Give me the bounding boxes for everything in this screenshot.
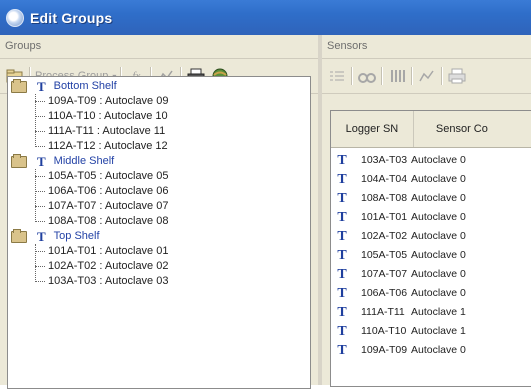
binoculars-icon[interactable] [357,66,377,86]
logger-sn-cell: 109A-T09 [361,344,408,356]
logger-sn-cell: 111A-T11 [361,306,405,318]
logger-sn-cell: 110A-T10 [361,325,407,337]
type-t-icon: T [337,324,347,339]
group-label: Middle Shelf [53,155,115,167]
folder-icon [11,78,27,93]
sensors-toolbar [322,59,531,94]
print-icon[interactable] [447,66,467,86]
table-row[interactable]: T 101A-T01 Autoclave 0 [331,208,531,227]
sensor-co-cell: Autoclave 0 [411,192,466,204]
table-row[interactable]: T 105A-T05 Autoclave 0 [331,246,531,265]
logger-sn-cell: 108A-T08 [361,192,408,204]
tree-item[interactable]: 105A-T05 : Autoclave 05 [8,169,310,184]
type-t-icon: T [337,305,347,320]
logger-sn-cell: 107A-T07 [361,268,408,280]
type-t-icon: T [37,154,46,169]
folder-icon [11,153,27,168]
table-row[interactable]: T 106A-T06 Autoclave 0 [331,284,531,303]
table-row[interactable]: T 102A-T02 Autoclave 0 [331,227,531,246]
title-bar: Edit Groups [0,0,531,35]
type-t-icon: T [337,248,347,263]
table-row[interactable]: T 108A-T08 Autoclave 0 [331,189,531,208]
logger-sn-cell: 101A-T01 [361,211,408,223]
tree-item[interactable]: 107A-T07 : Autoclave 07 [8,199,310,214]
sensors-grid[interactable]: Logger SN Sensor Co T 103A-T03 Autoclave 0… [330,110,531,387]
type-t-icon: T [337,210,347,225]
table-row[interactable]: T 110A-T10 Autoclave 1 [331,322,531,341]
tree-group[interactable]: T Middle Shelf [11,153,310,169]
table-row[interactable]: T 109A-T09 Autoclave 0 [331,341,531,360]
tree-group[interactable]: T Top Shelf [11,228,310,244]
sensor-co-cell: Autoclave 0 [411,173,466,185]
column-header-logger-sn[interactable]: Logger SN [331,111,414,147]
chart-icon[interactable] [417,66,437,86]
group-children: 109A-T09 : Autoclave 09 110A-T10 : Autocl… [8,94,310,154]
sensor-co-cell: Autoclave 0 [411,268,466,280]
sensor-co-cell: Autoclave 0 [411,154,466,166]
table-row[interactable]: T 103A-T03 Autoclave 0 [331,151,531,170]
grid-body: T 103A-T03 Autoclave 0 T 104A-T04 Autoclave 0… [331,148,531,360]
tree-item[interactable]: 101A-T01 : Autoclave 01 [8,244,310,259]
table-row[interactable]: T 111A-T11 Autoclave 1 [331,303,531,322]
tree-group[interactable]: T Bottom Shelf [11,78,310,94]
sensor-co-cell: Autoclave 0 [411,344,466,356]
tree-item[interactable]: 111A-T11 : Autoclave 11 [8,124,310,139]
groups-header: Groups [0,35,318,59]
group-children: 101A-T01 : Autoclave 01 102A-T02 : Autocl… [8,244,310,289]
toolbar-separator [411,67,413,85]
type-t-icon: T [337,286,347,301]
sensors-header: Sensors [322,35,531,59]
group-children: 105A-T05 : Autoclave 05 106A-T06 : Autocl… [8,169,310,229]
sensor-co-cell: Autoclave 1 [411,325,466,337]
sensor-co-cell: Autoclave 0 [411,230,466,242]
grid-header: Logger SN Sensor Co [331,111,531,148]
type-t-icon: T [337,267,347,282]
sensor-co-cell: Autoclave 0 [411,249,466,261]
tree-item[interactable]: 108A-T08 : Autoclave 08 [8,214,310,229]
logger-sn-cell: 104A-T04 [361,173,408,185]
type-t-icon: T [337,172,347,187]
type-t-icon: T [337,229,347,244]
logger-sn-cell: 102A-T02 [361,230,408,242]
tree-item[interactable]: 112A-T12 : Autoclave 12 [8,139,310,154]
list-view-icon[interactable] [327,66,347,86]
table-row[interactable]: T 104A-T04 Autoclave 0 [331,170,531,189]
type-t-icon: T [37,229,46,244]
group-label: Top Shelf [53,230,100,242]
logger-sn-cell: 103A-T03 [361,154,408,166]
logger-sn-cell: 105A-T05 [361,249,408,261]
window-title: Edit Groups [30,9,113,26]
type-t-icon: T [337,153,347,168]
type-t-icon: T [337,343,347,358]
group-label: Bottom Shelf [53,80,117,92]
tree-item[interactable]: 109A-T09 : Autoclave 09 [8,94,310,109]
logger-sn-cell: 106A-T06 [361,287,408,299]
type-t-icon: T [337,191,347,206]
sensor-co-cell: Autoclave 0 [411,211,466,223]
tree-item[interactable]: 102A-T02 : Autoclave 02 [8,259,310,274]
tree-item[interactable]: 103A-T03 : Autoclave 03 [8,274,310,289]
toolbar-separator [351,67,353,85]
columns-icon[interactable] [387,66,407,86]
sensor-co-cell: Autoclave 0 [411,287,466,299]
column-header-sensor-co[interactable]: Sensor Co [414,111,531,147]
groups-tree[interactable]: T Bottom Shelf 109A-T09 : Autoclave 09 110A… [7,76,311,389]
tree-item[interactable]: 110A-T10 : Autoclave 10 [8,109,310,124]
tree-item[interactable]: 106A-T06 : Autoclave 06 [8,184,310,199]
type-t-icon: T [37,79,46,94]
toolbar-separator [381,67,383,85]
app-icon [6,8,24,27]
toolbar-separator [441,67,443,85]
folder-icon [11,228,27,243]
sensor-co-cell: Autoclave 1 [411,306,466,318]
table-row[interactable]: T 107A-T07 Autoclave 0 [331,265,531,284]
